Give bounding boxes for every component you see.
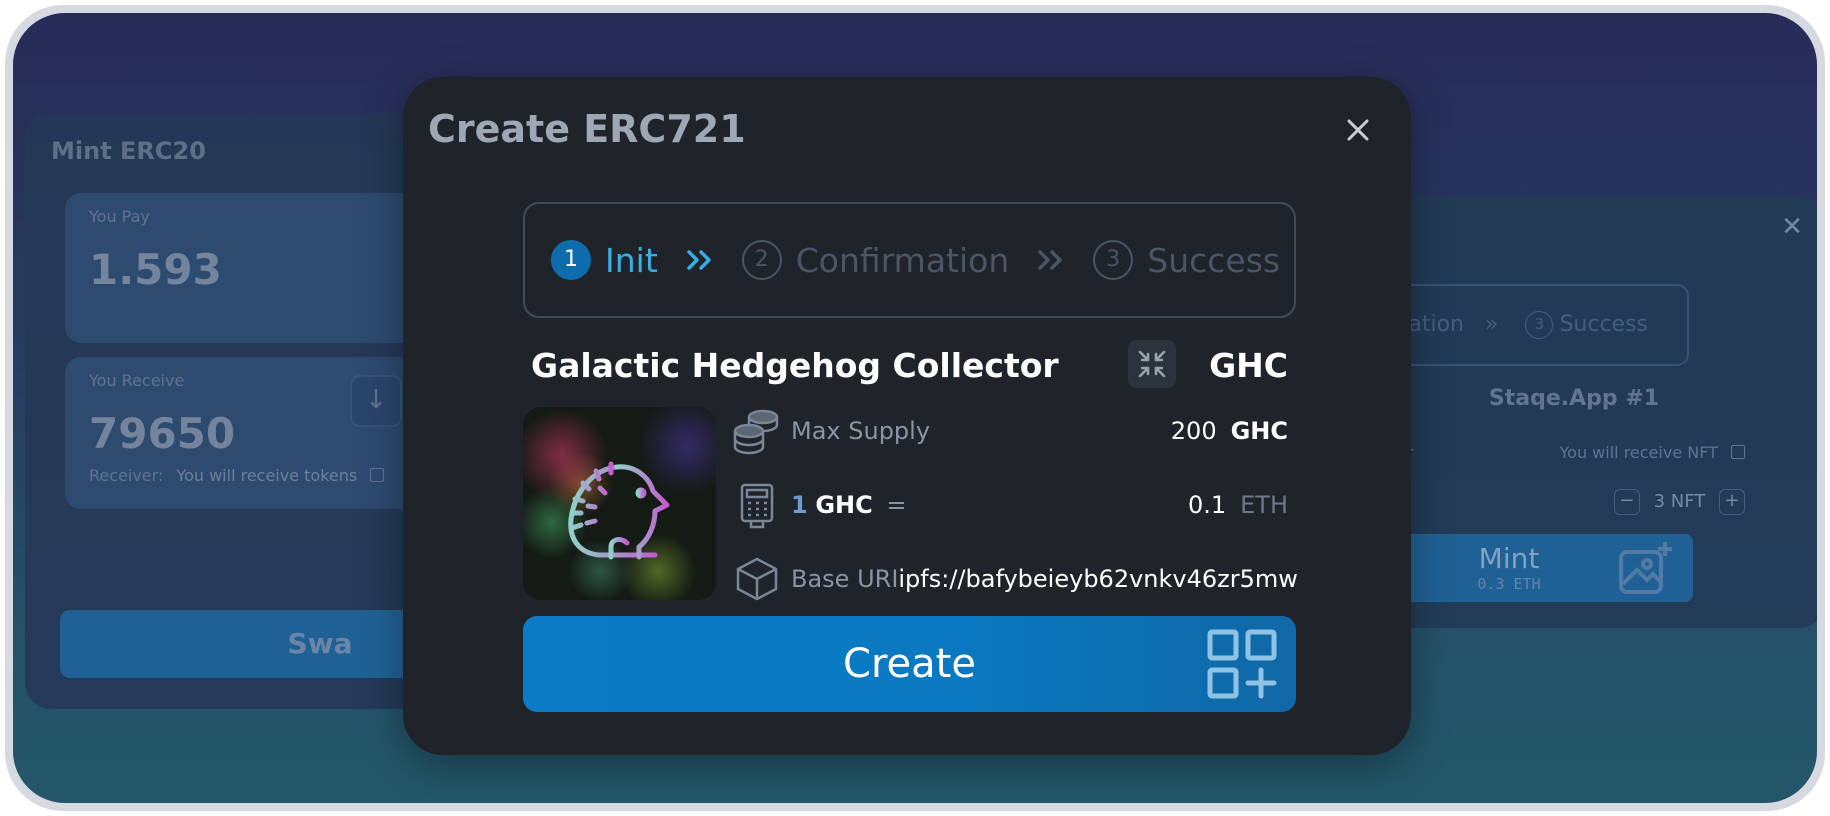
app-canvas: Mint ERC20 You Pay 1.593 You Receive 796…	[13, 13, 1817, 803]
step-success: 3 Success	[1093, 240, 1280, 280]
max-supply-value-group: 200 GHC	[1171, 417, 1288, 445]
price-value: 0.1	[1187, 491, 1227, 519]
max-supply-row: Max Supply 200 GHC	[733, 405, 1288, 457]
max-supply-unit: GHC	[1230, 417, 1288, 445]
calculator-icon	[740, 483, 774, 529]
base-uri-label: Base URI	[791, 565, 899, 593]
max-supply-value: 200	[1170, 417, 1217, 445]
base-uri-value: ipfs://bafybeieyb62vnkv46zr5mw	[898, 565, 1298, 593]
collection-header: Galactic Hedgehog Collector GHC	[531, 340, 1288, 394]
step-label: Init	[605, 240, 658, 280]
collection-name: Galactic Hedgehog Collector	[531, 346, 1059, 385]
shrink-arrows-icon[interactable]	[1128, 340, 1176, 388]
hedgehog-image	[523, 407, 716, 600]
price-value-group: 0.1 ETH	[1188, 491, 1288, 519]
collection-symbol: GHC	[1209, 346, 1288, 385]
modal-title: Create ERC721	[428, 107, 746, 151]
cube-icon	[736, 557, 778, 601]
grid-plus-icon	[1207, 629, 1277, 699]
step-number: 2	[741, 240, 782, 280]
step-label: Success	[1147, 240, 1281, 280]
price-unit: GHC	[815, 491, 873, 519]
app-frame: Mint ERC20 You Pay 1.593 You Receive 796…	[5, 5, 1825, 811]
create-label: Create	[843, 641, 976, 687]
hedgehog-icon	[568, 461, 670, 560]
base-uri-row: Base URI ipfs://bafybeieyb62vnkv46zr5mw	[733, 553, 1298, 605]
create-erc721-modal: Create ERC721 1 Init 2 Confirmation 3 Su…	[403, 77, 1411, 755]
price-currency: ETH	[1240, 491, 1288, 519]
close-icon[interactable]	[1343, 115, 1373, 145]
step-init: 1 Init	[551, 240, 658, 280]
price-row: 1 GHC = 0.1 ETH	[733, 479, 1288, 531]
stepper: 1 Init 2 Confirmation 3 Success	[523, 202, 1296, 318]
price-equals: =	[886, 491, 907, 519]
price-qty: 1	[791, 491, 808, 519]
step-label: Confirmation	[795, 240, 1010, 280]
create-button[interactable]: Create	[523, 616, 1296, 712]
coins-stack-icon	[733, 409, 779, 455]
step-confirmation: 2 Confirmation	[741, 240, 1010, 280]
double-chevron-right-icon	[687, 250, 711, 270]
step-number: 3	[1093, 240, 1134, 280]
double-chevron-right-icon	[1038, 250, 1063, 270]
price-formula: 1 GHC =	[791, 491, 907, 519]
max-supply-label: Max Supply	[791, 417, 931, 445]
step-number: 1	[551, 240, 591, 280]
